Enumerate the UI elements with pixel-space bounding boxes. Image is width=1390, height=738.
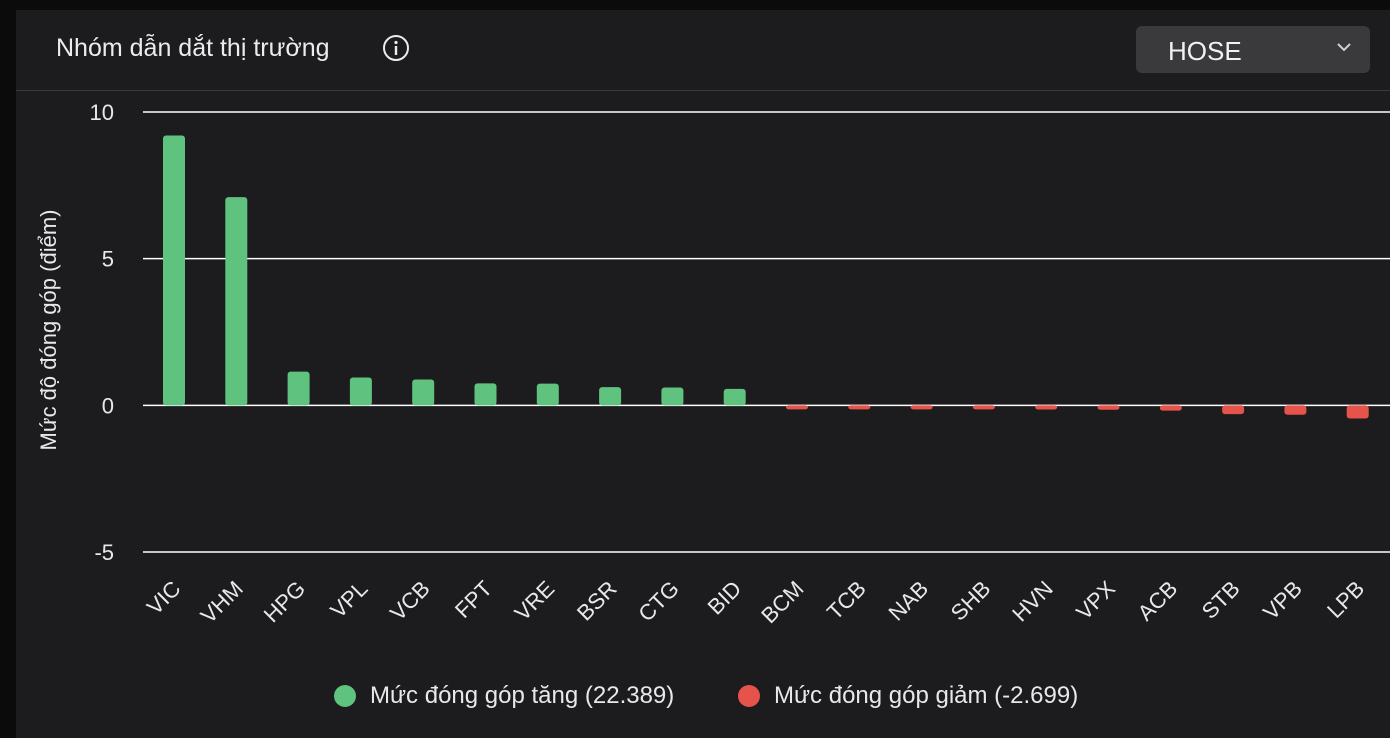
bar-tcb[interactable] xyxy=(848,405,871,410)
bar-vpb[interactable] xyxy=(1284,405,1307,415)
bar-shb[interactable] xyxy=(972,405,995,410)
chart-legend: Mức đóng góp tăng (22.389) Mức đóng góp … xyxy=(16,680,1390,712)
y-axis-label: Mức độ đóng góp (điểm) xyxy=(36,210,61,451)
legend-label-up: Mức đóng góp tăng (22.389) xyxy=(370,682,675,709)
contribution-bar-chart: 10 5 0 -5 VIC VHM HPG VPL VCB FPT VRE BSR CTG BID BCM… xyxy=(36,100,1390,628)
bar-vre[interactable] xyxy=(536,383,559,406)
x-tick-label: CTG xyxy=(633,576,684,627)
y-tick-label: 5 xyxy=(102,247,114,272)
market-leaders-panel: Nhóm dẫn dắt thị trường HOSE 10 5 0 -5 VIC V… xyxy=(16,10,1390,738)
x-tick-label: FPT xyxy=(450,576,497,623)
x-tick-label: VRE xyxy=(510,576,560,626)
bar-hpg[interactable] xyxy=(287,371,310,406)
legend-dot-down xyxy=(738,685,760,707)
x-tick-label: BID xyxy=(703,576,747,620)
bar-bid[interactable] xyxy=(723,388,746,406)
bar-vhm[interactable] xyxy=(225,197,248,406)
grid-lines xyxy=(143,111,1390,553)
x-tick-label: ACB xyxy=(1133,576,1183,626)
x-tick-label: HVN xyxy=(1007,576,1058,627)
x-axis-ticks: VIC VHM HPG VPL VCB FPT VRE BSR CTG BID BCM TCB NAB S… xyxy=(142,576,1369,628)
x-tick-label: TCB xyxy=(822,576,871,625)
bar-vpx[interactable] xyxy=(1097,405,1120,410)
x-tick-label: VHM xyxy=(196,576,248,628)
bar-lpb[interactable] xyxy=(1346,405,1369,419)
legend-item-up[interactable]: Mức đóng góp tăng (22.389) xyxy=(334,680,674,712)
bar-vcb[interactable] xyxy=(412,379,435,406)
bar-acb[interactable] xyxy=(1159,405,1182,411)
y-tick-label: -5 xyxy=(94,540,114,565)
x-tick-label: HPG xyxy=(259,576,310,627)
x-tick-label: STB xyxy=(1197,576,1245,624)
bars xyxy=(163,135,1369,419)
bar-hvn[interactable] xyxy=(1035,405,1058,410)
x-tick-label: VPL xyxy=(325,576,372,623)
bar-bcm[interactable] xyxy=(786,405,808,410)
legend-item-down[interactable]: Mức đóng góp giảm (-2.699) xyxy=(738,680,1078,712)
y-tick-label: 10 xyxy=(90,100,114,125)
x-tick-label: VPX xyxy=(1071,576,1120,625)
x-tick-label: VIC xyxy=(142,576,186,620)
bar-bsr[interactable] xyxy=(599,387,622,406)
x-tick-label: LPB xyxy=(1322,576,1369,623)
legend-label-down: Mức đóng góp giảm (-2.699) xyxy=(774,682,1079,709)
x-tick-label: VCB xyxy=(385,576,435,626)
y-axis-ticks: 10 5 0 -5 xyxy=(90,100,114,565)
x-tick-label: NAB xyxy=(883,576,933,626)
bar-stb[interactable] xyxy=(1222,405,1245,415)
x-tick-label: VPB xyxy=(1258,576,1307,625)
y-tick-label: 0 xyxy=(102,393,114,418)
x-tick-label: BCM xyxy=(756,576,808,628)
x-tick-label: SHB xyxy=(946,576,996,626)
bar-vpl[interactable] xyxy=(349,377,372,406)
bar-nab[interactable] xyxy=(910,405,933,410)
legend-dot-up xyxy=(334,685,356,707)
bar-fpt[interactable] xyxy=(474,383,497,406)
x-tick-label: BSR xyxy=(572,576,622,626)
bar-ctg[interactable] xyxy=(661,387,684,406)
bar-vic[interactable] xyxy=(163,135,185,406)
